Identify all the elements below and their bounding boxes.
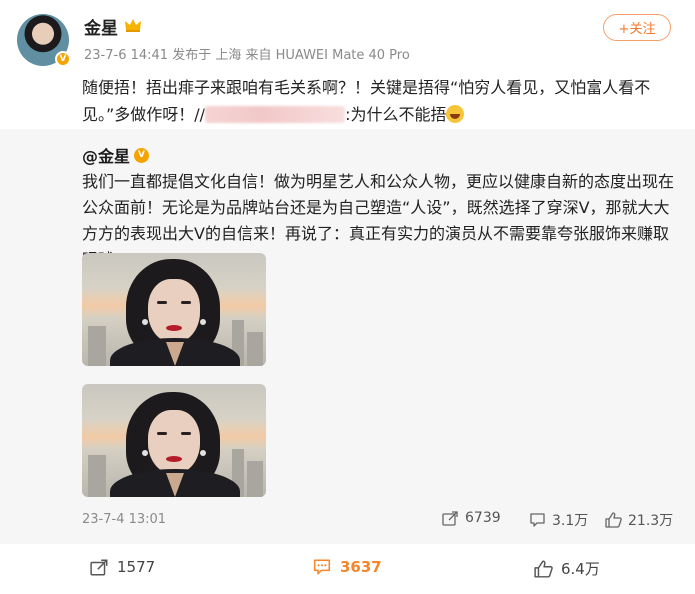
comment-icon xyxy=(312,558,332,576)
forward-icon xyxy=(442,510,459,526)
forward-icon xyxy=(90,559,109,576)
quoted-like-count: 21.3万 xyxy=(628,513,674,529)
post-photo-1[interactable] xyxy=(82,253,266,366)
crown-icon xyxy=(124,17,142,33)
quoted-post-date: 23-7-4 13:01 xyxy=(82,512,167,527)
quoted-author-line[interactable]: @金星 V xyxy=(82,143,150,167)
quoted-author-name[interactable]: @金星 xyxy=(82,143,130,167)
quoted-comment-count: 3.1万 xyxy=(552,513,589,529)
comment-button[interactable]: 3637 xyxy=(312,558,382,576)
post-author-name[interactable]: 金星 xyxy=(84,14,118,39)
post-photo-2[interactable] xyxy=(82,384,266,497)
comment-icon xyxy=(529,512,546,528)
quoted-comment-button[interactable]: 3.1万 xyxy=(529,510,588,530)
blurred-mention xyxy=(205,106,346,123)
like-icon xyxy=(534,559,553,578)
forward-button[interactable]: 1577 xyxy=(90,558,155,576)
laugh-emoji-icon xyxy=(446,105,465,123)
quoted-forward-button[interactable]: 6739 xyxy=(442,510,501,526)
forward-count: 1577 xyxy=(117,558,156,576)
verified-badge-icon: V xyxy=(55,51,71,67)
like-icon xyxy=(605,512,622,528)
follow-button[interactable]: +关注 xyxy=(603,14,671,41)
quoted-forward-count: 6739 xyxy=(465,510,501,526)
comment-count: 3637 xyxy=(340,558,382,576)
post-meta: 23-7-6 14:41 发布于 上海 来自 HUAWEI Mate 40 Pr… xyxy=(84,48,410,63)
verified-badge-icon: V xyxy=(134,147,150,163)
like-count: 6.4万 xyxy=(561,560,600,578)
post-text-part-2: :为什么不能捂 xyxy=(345,105,447,124)
quoted-like-button[interactable]: 21.3万 xyxy=(605,510,673,530)
post-text: 随便捂！捂出痱子来跟咱有毛关系啊？！关键是捂得“怕穷人看见，又怕富人看不见。”多… xyxy=(82,74,678,128)
like-button[interactable]: 6.4万 xyxy=(534,558,600,579)
